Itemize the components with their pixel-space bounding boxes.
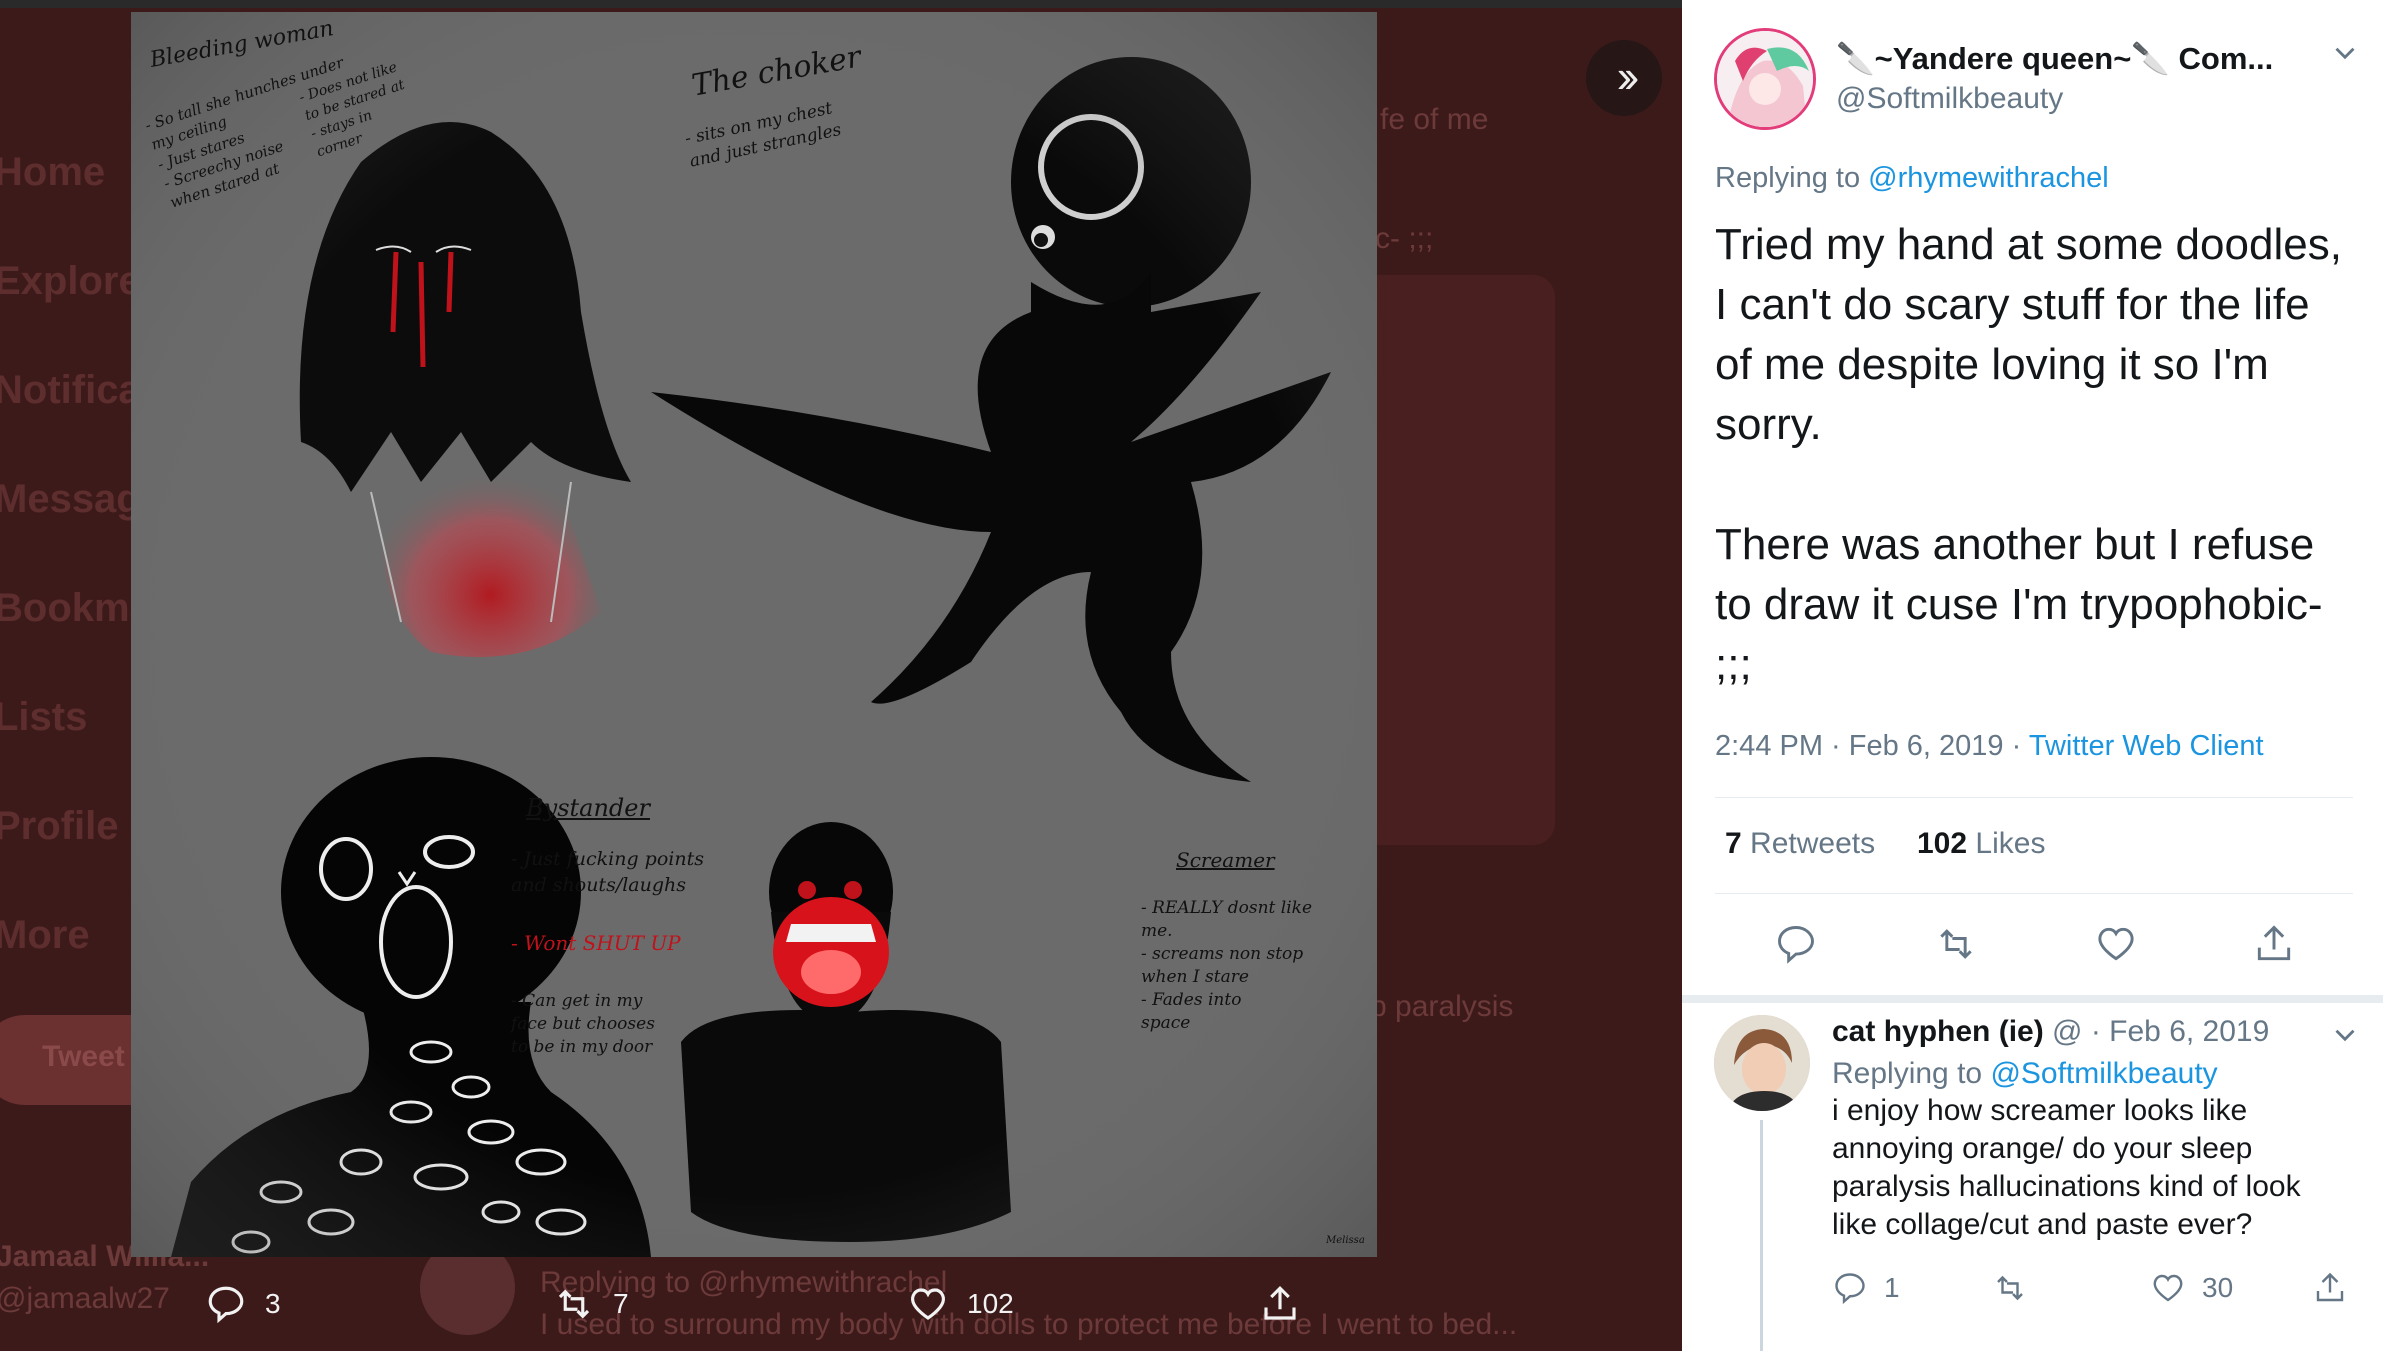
background-tweet-snippet: I used to surround my body with dolls to… bbox=[540, 1308, 1518, 1341]
tweet-timestamp[interactable]: 2:44 PM · Feb 6, 2019 · bbox=[1715, 730, 2021, 762]
reply-reply-count: 1 bbox=[1884, 1272, 1900, 1303]
reply-header: cat hyphen (ie) @ · Feb 6, 2019 bbox=[1832, 1015, 2269, 1049]
retweets-label: Retweets bbox=[1750, 827, 1876, 860]
note-screamer-title: Screamer bbox=[1176, 848, 1275, 872]
divider bbox=[1715, 797, 2353, 798]
tweet-timestamp-line: 2:44 PM · Feb 6, 2019 · Twitter Web Clie… bbox=[1715, 730, 2264, 763]
like-icon bbox=[2153, 1274, 2183, 1302]
likes-count: 102 bbox=[1917, 827, 1968, 860]
tweet-media-image[interactable]: Bleeding woman - So tall she hunches und… bbox=[131, 12, 1377, 1257]
tweet-button-label: Tweet bbox=[42, 1040, 125, 1073]
sidebar-item-lists[interactable]: Lists bbox=[0, 695, 87, 740]
like-icon[interactable] bbox=[2094, 922, 2138, 966]
background-text: c- ;;; bbox=[1375, 222, 1434, 255]
author-avatar[interactable] bbox=[1714, 28, 1816, 130]
replying-to-line: Replying to @rhymewithrachel bbox=[1715, 162, 2109, 195]
retweet-icon bbox=[558, 1289, 590, 1319]
likes-stat[interactable]: 102 Likes bbox=[1917, 827, 2045, 861]
note-bystander-list: - Just fucking points and shouts/laughs bbox=[511, 848, 704, 896]
background-text: fe of me bbox=[1380, 103, 1489, 136]
image-share-action[interactable] bbox=[1259, 1282, 1301, 1326]
reply-icon bbox=[1835, 1273, 1865, 1305]
chevron-down-icon[interactable] bbox=[2328, 1018, 2362, 1052]
section-separator bbox=[1682, 995, 2383, 1003]
tweet-client-link[interactable]: Twitter Web Client bbox=[2029, 730, 2264, 762]
replier-avatar-photo bbox=[1714, 1015, 1810, 1111]
chevron-down-icon[interactable] bbox=[2328, 36, 2362, 70]
replier-avatar[interactable] bbox=[1714, 1015, 1810, 1111]
note-bystander-title: Bystander bbox=[526, 794, 650, 822]
image-like-action[interactable]: 102 bbox=[907, 1282, 1014, 1326]
tweet-detail-panel: 🔪~Yandere queen~🔪 Com... @Softmilkbeauty… bbox=[1682, 0, 2383, 1351]
sidebar-item-bookmarks[interactable]: Bookma bbox=[0, 586, 152, 631]
author-display-name[interactable]: 🔪~Yandere queen~🔪 Com... bbox=[1836, 40, 2273, 77]
replying-to-prefix: Replying to bbox=[1715, 162, 1861, 194]
image-reply-count: 3 bbox=[265, 1288, 281, 1319]
tweet-body-text: Tried my hand at some doodles, I can't d… bbox=[1715, 220, 2342, 689]
share-icon bbox=[1264, 1286, 1296, 1320]
chevron-right-double-icon: ›› bbox=[1616, 50, 1640, 102]
reply-replying-prefix: Replying to bbox=[1832, 1057, 1983, 1090]
reply-replying-link[interactable]: @Softmilkbeauty bbox=[1990, 1057, 2217, 1090]
replying-to-link[interactable]: @rhymewithrachel bbox=[1868, 162, 2109, 194]
reply-like-action[interactable]: 30 bbox=[2150, 1270, 2233, 1306]
share-icon bbox=[2316, 1272, 2344, 1302]
reply-icon bbox=[208, 1286, 244, 1324]
image-retweet-action[interactable]: 7 bbox=[553, 1282, 629, 1326]
background-replier-handle: @jamaalw27 bbox=[0, 1282, 170, 1315]
reply-retweet-action[interactable] bbox=[1992, 1270, 2044, 1306]
author-avatar-art bbox=[1717, 31, 1813, 127]
note-bystander-red: - Wont SHUT UP bbox=[511, 931, 681, 955]
sidebar-item-home[interactable]: Home bbox=[0, 150, 105, 195]
retweets-stat[interactable]: 7 Retweets bbox=[1725, 827, 1875, 861]
divider bbox=[1715, 893, 2353, 894]
background-text: p paralysis bbox=[1370, 990, 1514, 1023]
artwork-drawing bbox=[131, 12, 1377, 1257]
likes-label: Likes bbox=[1975, 827, 2046, 860]
replier-handle-date[interactable]: @ · Feb 6, 2019 bbox=[2052, 1015, 2269, 1048]
sidebar-item-more[interactable]: More bbox=[0, 913, 90, 958]
retweets-count: 7 bbox=[1725, 827, 1742, 860]
image-retweet-count: 7 bbox=[613, 1288, 629, 1319]
sidebar-item-explore[interactable]: Explore bbox=[0, 259, 141, 304]
reply-icon[interactable] bbox=[1774, 922, 1818, 966]
sidebar-item-profile[interactable]: Profile bbox=[0, 804, 118, 849]
share-icon[interactable] bbox=[2252, 922, 2296, 966]
reply-reply-action[interactable]: 1 bbox=[1832, 1270, 1900, 1306]
artist-signature: Melissa bbox=[1326, 1235, 1365, 1246]
retweet-icon bbox=[1997, 1275, 2023, 1301]
note-bystander-list2: - Can get in my face but chooses to be i… bbox=[511, 991, 655, 1057]
retweet-icon[interactable] bbox=[1934, 922, 1978, 966]
sidebar-item-messages[interactable]: Messag bbox=[0, 477, 141, 522]
reply-like-count: 30 bbox=[2202, 1272, 2234, 1303]
author-handle[interactable]: @Softmilkbeauty bbox=[1836, 82, 2063, 116]
sidebar-item-notifications[interactable]: Notifica bbox=[0, 368, 141, 413]
next-image-button[interactable]: ›› bbox=[1586, 40, 1662, 116]
note-screamer-list: - REALLY dosnt like me. - screams non st… bbox=[1141, 898, 1313, 1033]
reply-body-text: i enjoy how screamer looks like annoying… bbox=[1832, 1094, 2301, 1241]
image-reply-action[interactable]: 3 bbox=[205, 1282, 281, 1326]
thread-line bbox=[1760, 1120, 1763, 1351]
replier-display-name[interactable]: cat hyphen (ie) bbox=[1832, 1015, 2044, 1048]
reply-share-action[interactable] bbox=[2312, 1270, 2348, 1306]
like-icon bbox=[911, 1288, 945, 1320]
reply-replying-to: Replying to @Softmilkbeauty bbox=[1832, 1057, 2218, 1091]
image-like-count: 102 bbox=[967, 1288, 1014, 1319]
